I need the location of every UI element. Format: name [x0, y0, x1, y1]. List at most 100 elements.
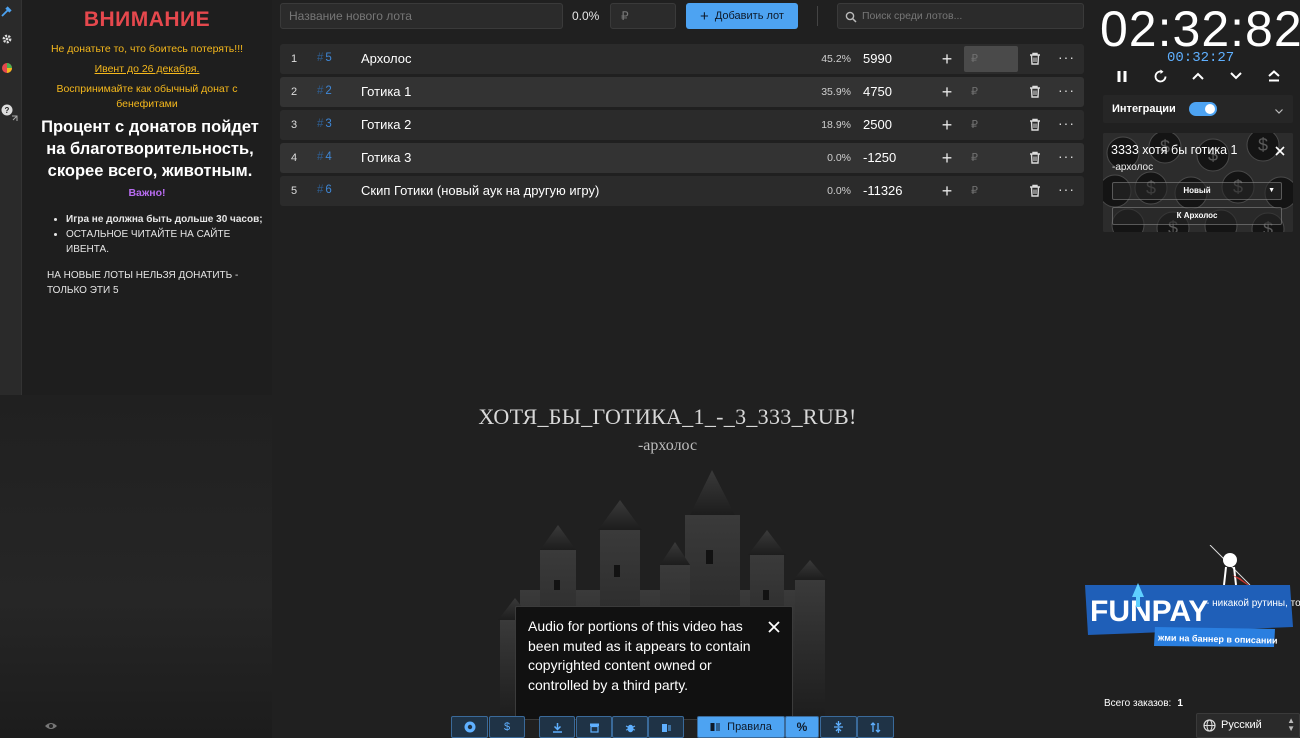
pie-chart-icon[interactable]: [0, 61, 14, 75]
chevron-up-icon[interactable]: [1188, 66, 1208, 86]
svg-text:- никакой рутины, только фан: - никакой рутины, только фан: [1206, 597, 1300, 609]
lot-row[interactable]: 3 #3 Готика 2 18.9% 2500 + ₽ ···: [280, 110, 1084, 140]
lot-amount-input[interactable]: ₽: [964, 112, 1018, 138]
add-amount-button[interactable]: +: [938, 81, 956, 103]
auction-icon[interactable]: [0, 4, 14, 18]
lot-percent: 0.0%: [827, 152, 851, 164]
add-lot-button[interactable]: + Добавить лот: [686, 3, 798, 29]
lot-amount-input[interactable]: ₽: [964, 79, 1018, 105]
new-lot-name-input[interactable]: [280, 3, 563, 29]
lot-search[interactable]: [837, 3, 1084, 29]
search-input[interactable]: [862, 4, 1082, 28]
lot-id[interactable]: #5: [317, 52, 332, 64]
dollar-icon: $: [503, 721, 511, 733]
lot-id[interactable]: #3: [317, 118, 332, 130]
sort-button[interactable]: [857, 716, 894, 738]
lot-amount: 2500: [863, 117, 892, 132]
integrations-panel[interactable]: Интеграции: [1103, 95, 1293, 123]
lot-amount-input[interactable]: ₽: [964, 46, 1018, 72]
lot-row[interactable]: 5 #6 Скип Готики (новый аук на другую иг…: [280, 176, 1084, 206]
donation-message-text: ХОТЯ_БЫ_ГОТИКА_1_-_3_333_RUB!: [478, 404, 857, 429]
rules-button-label: Правила: [727, 721, 772, 733]
timer-controls: [1112, 66, 1290, 86]
lot-id[interactable]: #4: [317, 151, 332, 163]
lot-row[interactable]: 4 #4 Готика 3 0.0% -1250 + ₽ ···: [280, 143, 1084, 173]
more-options-icon[interactable]: ···: [1058, 82, 1075, 98]
lot-index: 4: [291, 152, 298, 164]
download-button[interactable]: [539, 716, 575, 738]
donation-card-author: -архолос: [1112, 162, 1154, 173]
more-options-icon[interactable]: ···: [1058, 115, 1075, 131]
language-label: Русский: [1221, 719, 1262, 731]
toolbar-divider: [817, 6, 818, 26]
lot-amount-input[interactable]: ₽: [964, 145, 1018, 171]
rule-item: ОСТАЛЬНОЕ ЧИТАЙТЕ НА САЙТЕ ИВЕНТА.: [66, 227, 271, 257]
collapse-rows-button[interactable]: [820, 716, 857, 738]
lot-index: 5: [291, 185, 298, 197]
rules-icon: [710, 723, 721, 731]
trash-icon[interactable]: [1029, 184, 1041, 202]
sort-icon: [870, 721, 881, 733]
pause-icon[interactable]: [1112, 66, 1132, 86]
muted-audio-notice: Audio for portions of this video has bee…: [515, 606, 793, 720]
reset-icon[interactable]: [1150, 66, 1170, 86]
new-lot-amount-input[interactable]: [610, 3, 676, 29]
lot-row[interactable]: 1 #5 Архолос 45.2% 5990 + ₽ ···: [280, 44, 1084, 74]
close-icon[interactable]: [768, 619, 780, 639]
lot-name[interactable]: Скип Готики (новый аук на другую игру): [361, 183, 599, 198]
gear-icon[interactable]: [0, 32, 14, 46]
lot-name[interactable]: Готика 2: [361, 117, 411, 132]
add-amount-button[interactable]: +: [938, 147, 956, 169]
trash-icon[interactable]: [1029, 118, 1041, 136]
add-amount-button[interactable]: +: [938, 114, 956, 136]
chevron-down-icon: ▼: [1268, 187, 1275, 194]
double-chevron-up-icon[interactable]: [1264, 66, 1284, 86]
lot-amount-input[interactable]: ₽: [964, 178, 1018, 204]
warning-line: Не донатьте то, что боитесь потерять!!!: [50, 43, 244, 55]
lot-id[interactable]: #6: [317, 184, 332, 196]
search-icon: [845, 10, 857, 28]
total-orders-label: Всего заказов:: [1104, 698, 1172, 709]
lot-percent: 0.0%: [827, 185, 851, 197]
external-link-icon[interactable]: [10, 111, 18, 125]
svg-text:$: $: [1258, 135, 1268, 155]
notice-text: Audio for portions of this video has bee…: [528, 618, 751, 693]
status-select[interactable]: Новый ▼: [1112, 182, 1282, 200]
chevron-down-icon[interactable]: [1275, 101, 1283, 119]
clear-lots-button[interactable]: [648, 716, 684, 738]
donate-button[interactable]: $: [489, 716, 525, 738]
bug-icon: [625, 724, 635, 732]
download-icon: [552, 722, 562, 733]
lot-index: 3: [291, 119, 298, 131]
percent-toggle-button[interactable]: %: [785, 716, 819, 738]
eye-icon[interactable]: [44, 718, 58, 736]
more-options-icon[interactable]: ···: [1058, 181, 1075, 197]
language-select[interactable]: Русский ▲ ▼: [1196, 713, 1300, 738]
lot-id[interactable]: #2: [317, 85, 332, 97]
integrations-toggle[interactable]: [1189, 102, 1217, 116]
archive-icon: [589, 723, 599, 733]
more-options-icon[interactable]: ···: [1058, 49, 1075, 65]
lot-name[interactable]: Готика 3: [361, 150, 411, 165]
trash-icon[interactable]: [1029, 52, 1041, 70]
bug-report-button[interactable]: [612, 716, 648, 738]
github-button[interactable]: [451, 716, 488, 738]
lot-name[interactable]: Готика 1: [361, 84, 411, 99]
event-date-link[interactable]: Ивент до 26 декабря.: [22, 63, 272, 75]
assign-to-lot-button[interactable]: К Архолос: [1112, 207, 1282, 225]
trash-icon[interactable]: [1029, 85, 1041, 103]
lot-name[interactable]: Архолос: [361, 51, 412, 66]
lot-amount: -1250: [863, 150, 897, 165]
close-icon[interactable]: [1275, 143, 1285, 161]
lot-row[interactable]: 2 #2 Готика 1 35.9% 4750 + ₽ ···: [280, 77, 1084, 107]
chevron-down-icon[interactable]: [1226, 66, 1246, 86]
lot-amount: 5990: [863, 51, 892, 66]
more-options-icon[interactable]: ···: [1058, 148, 1075, 164]
plus-icon: +: [700, 7, 709, 25]
rules-button[interactable]: Правила: [697, 716, 785, 738]
add-amount-button[interactable]: +: [938, 48, 956, 70]
trash-icon[interactable]: [1029, 151, 1041, 169]
archive-button[interactable]: [576, 716, 612, 738]
add-amount-button[interactable]: +: [938, 180, 956, 202]
funpay-banner[interactable]: FUNPAY - никакой рутины, только фан жми …: [1080, 545, 1300, 665]
